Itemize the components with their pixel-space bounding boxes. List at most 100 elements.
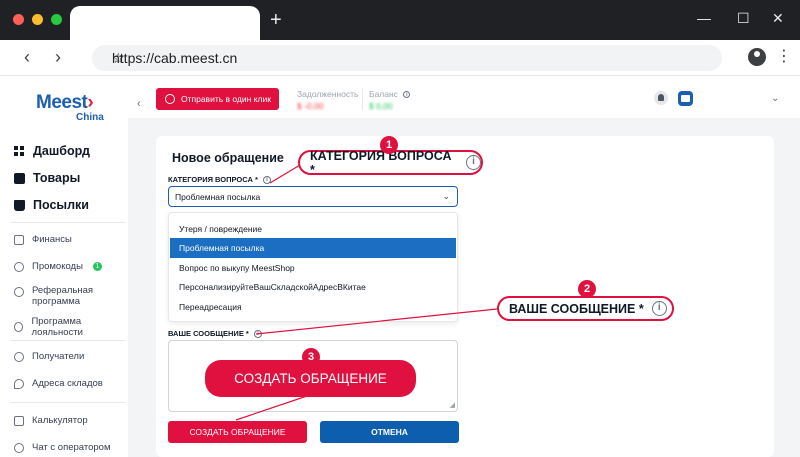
calendar-icon[interactable] <box>678 91 693 106</box>
balance-label: Баланс i <box>369 89 411 99</box>
sidebar-item-label: Реферальная <box>32 285 94 296</box>
window-close-icon[interactable]: ✕ <box>772 10 784 27</box>
calculator-icon <box>14 415 24 426</box>
sidebar-item-finance[interactable]: Финансы <box>14 234 72 245</box>
step-2-badge: 2 <box>578 280 596 298</box>
category-label-text: КАТЕГОРИЯ ВОПРОСА * <box>168 175 258 184</box>
browser-menu-icon[interactable]: ⋮ <box>776 48 792 66</box>
logo-text: Meest <box>36 92 88 113</box>
sidebar-item-label: Финансы <box>32 234 72 245</box>
profile-icon[interactable] <box>748 48 766 66</box>
callout-message: ВАШЕ СООБЩЕНИЕ * i <box>497 296 674 321</box>
sidebar-item-label: Промокоды <box>32 261 83 272</box>
info-icon: i <box>466 155 481 170</box>
promo-count-badge: 1 <box>92 262 102 271</box>
sidebar-item-loyalty[interactable]: Программа лояльности <box>14 316 128 338</box>
page-title: Новое обращение <box>172 151 284 165</box>
resize-handle-icon[interactable]: ◢ <box>450 401 455 409</box>
sidebar-divider <box>10 340 125 341</box>
message-label-text: ВАШЕ СООБЩЕНИЕ * <box>168 329 249 338</box>
sidebar-item-label-line2: программа <box>32 296 81 307</box>
dashboard-icon <box>14 145 25 157</box>
sidebar-item-parcels[interactable]: Посылки <box>14 198 89 212</box>
sidebar-item-label: Программа лояльности <box>31 316 83 338</box>
sidebar-collapse-icon[interactable]: ‹ <box>137 98 141 110</box>
recipients-icon <box>14 351 24 362</box>
category-option[interactable]: ПерсонализируйтеВашСкладскойАдресВКитае <box>170 277 456 297</box>
finance-icon <box>14 234 24 245</box>
message-info-icon[interactable]: i <box>253 330 262 339</box>
sidebar-item-operator-chat[interactable]: Чат с оператором <box>14 442 110 453</box>
sidebar-item-goods[interactable]: Товары <box>14 171 80 185</box>
category-select[interactable]: Проблемная посылка ⌄ <box>168 186 458 207</box>
sidebar-item-label: Получатели <box>32 351 85 362</box>
window-minimize-icon[interactable]: — <box>697 10 711 26</box>
address-bar[interactable]: https://cab.meest.cn ☆ <box>92 45 722 71</box>
browser-toolbar: ‹ › https://cab.meest.cn ☆ ⋮ <box>0 40 800 76</box>
window-dots <box>13 14 62 25</box>
notifications-bell-icon[interactable] <box>654 91 668 105</box>
close-dot-icon[interactable] <box>13 14 24 25</box>
send-icon <box>165 94 175 104</box>
one-click-send-button[interactable]: Отправить в один клик <box>156 88 279 110</box>
sidebar-item-label: Чат с оператором <box>32 442 111 453</box>
sidebar-item-label: Адреса складов <box>32 378 103 389</box>
category-info-icon[interactable]: i <box>263 176 271 185</box>
info-icon: i <box>651 301 667 316</box>
balance-label-text: Баланс <box>369 89 398 99</box>
meest-logo[interactable]: Meest› <box>36 92 94 114</box>
maximize-dot-icon[interactable] <box>51 14 62 25</box>
sidebar-item-label: Товары <box>33 171 81 185</box>
sidebar-item-label: Калькулятор <box>32 415 88 426</box>
sidebar-item-referral[interactable]: Реферальная программа <box>14 285 93 307</box>
forward-icon[interactable]: › <box>55 48 61 66</box>
sidebar-item-label-wrap: Реферальная программа <box>32 285 93 307</box>
logo-subtitle: China <box>76 112 104 123</box>
one-click-send-label: Отправить в один клик <box>181 94 271 104</box>
bookmark-star-icon[interactable]: ☆ <box>112 50 708 67</box>
referral-icon <box>14 287 24 297</box>
step-3-badge: 3 <box>302 348 320 366</box>
category-option[interactable]: Переадресация <box>170 297 456 317</box>
minimize-dot-icon[interactable] <box>32 14 43 25</box>
category-option-selected[interactable]: Проблемная посылка <box>170 238 456 258</box>
balance-value: $ 0,00 <box>369 101 393 111</box>
callout-message-text: ВАШЕ СООБЩЕНИЕ * <box>509 301 644 316</box>
sidebar-item-warehouse-addresses[interactable]: Адреса складов <box>14 378 103 389</box>
sidebar: Meest› China Дашборд Товары Посылки Фина… <box>0 76 128 457</box>
logo-mark: › <box>87 92 94 113</box>
category-option[interactable]: Вопрос по выкупу MeestShop <box>170 258 456 278</box>
message-label: ВАШЕ СООБЩЕНИЕ * i <box>168 329 262 339</box>
window-maximize-icon[interactable]: ☐ <box>737 10 750 27</box>
debt-value: $ -0,00 <box>297 101 324 111</box>
location-icon <box>14 378 24 389</box>
sidebar-divider <box>10 402 125 403</box>
back-icon[interactable]: ‹ <box>24 48 30 66</box>
cancel-button[interactable]: ОТМЕНА <box>320 421 459 443</box>
debt-label: Задолженность <box>297 89 359 99</box>
loyalty-icon <box>14 322 24 332</box>
sidebar-item-dashboard[interactable]: Дашборд <box>14 144 90 158</box>
category-option[interactable]: Утеря / повреждение <box>170 219 456 239</box>
chevron-down-icon: ⌄ <box>442 191 450 201</box>
header-chevron-down-icon[interactable]: ⌄ <box>771 93 779 104</box>
sidebar-item-label: Дашборд <box>33 144 90 158</box>
browser-titlebar: + — ☐ ✕ <box>0 0 800 40</box>
header-divider <box>362 88 363 110</box>
category-selected-value: Проблемная посылка <box>175 192 261 202</box>
sidebar-item-promocodes[interactable]: Промокоды 1 <box>14 261 102 272</box>
create-ticket-button[interactable]: СОЗДАТЬ ОБРАЩЕНИЕ <box>168 421 307 443</box>
sidebar-item-recipients[interactable]: Получатели <box>14 351 84 362</box>
step-1-badge: 1 <box>380 136 398 154</box>
category-dropdown: Утеря / повреждение Проблемная посылка В… <box>168 212 458 322</box>
box-icon <box>14 172 25 184</box>
category-label: КАТЕГОРИЯ ВОПРОСА * i <box>168 175 271 185</box>
sidebar-item-calculator[interactable]: Калькулятор <box>14 415 88 426</box>
parcel-icon <box>14 199 25 211</box>
browser-tab[interactable] <box>70 6 260 40</box>
new-tab-icon[interactable]: + <box>270 10 282 30</box>
sidebar-item-label: Посылки <box>33 198 89 212</box>
sidebar-divider <box>10 222 125 223</box>
chat-icon <box>14 442 24 453</box>
balance-info-icon[interactable]: i <box>403 91 411 99</box>
